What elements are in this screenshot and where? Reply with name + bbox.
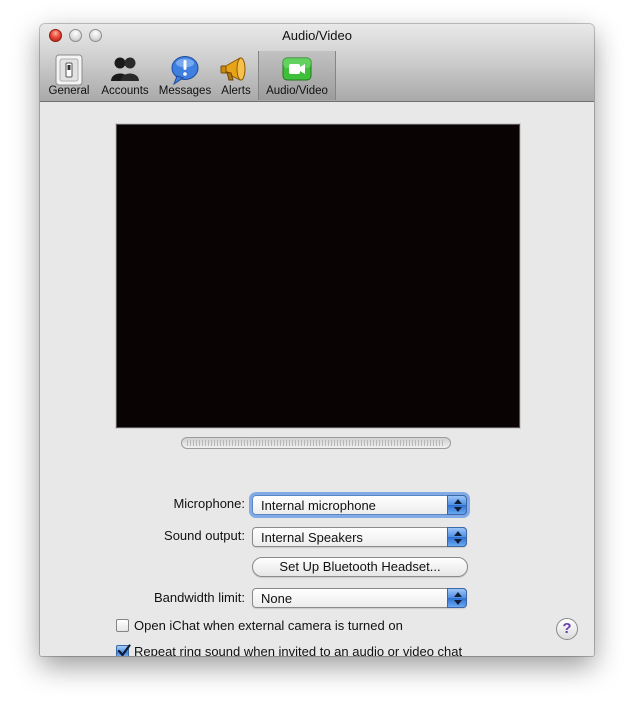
accounts-people-icon (111, 57, 139, 81)
bandwidth-limit-value: None (261, 591, 293, 606)
bandwidth-limit-popup[interactable]: None (252, 588, 467, 608)
sound-output-popup[interactable]: Internal Speakers (252, 527, 467, 547)
repeat-ring-label: Repeat ring sound when invited to an aud… (134, 644, 463, 656)
up-down-arrows-icon (447, 588, 467, 608)
window-title: Audio/Video (282, 28, 352, 43)
setup-bluetooth-headset-button[interactable]: Set Up Bluetooth Headset... (252, 557, 468, 577)
toolbar-item-messages[interactable]: Messages (156, 51, 214, 100)
open-ichat-checkbox[interactable] (116, 619, 129, 632)
messages-exclamation-icon (171, 56, 199, 86)
toolbar-item-alerts[interactable]: Alerts (216, 51, 256, 100)
general-switch-icon (55, 54, 83, 86)
video-camera-icon (282, 57, 312, 81)
up-down-arrows-icon (447, 495, 467, 515)
toolbar-item-general[interactable]: General (45, 51, 93, 100)
toolbar-label-accounts: Accounts (101, 85, 149, 97)
alerts-megaphone-icon (220, 57, 246, 81)
bandwidth-limit-label: Bandwidth limit: (153, 590, 245, 605)
sound-output-label: Sound output: (164, 528, 245, 543)
open-ichat-label: Open iChat when external camera is turne… (134, 618, 403, 633)
microphone-label: Microphone: (173, 496, 245, 511)
level-meter-ticks (187, 440, 445, 446)
up-down-arrows-icon (447, 527, 467, 547)
title-toolbar-bar: Audio/Video General Accounts Messages Al… (40, 24, 594, 102)
help-button[interactable]: ? (556, 618, 578, 640)
toolbar-item-accounts[interactable]: Accounts (97, 51, 153, 100)
toolbar-label-audio-video: Audio/Video (266, 85, 328, 97)
audio-video-pane: Microphone: Internal microphone Sound ou… (40, 102, 594, 656)
checkmark-icon (117, 644, 131, 656)
toolbar-item-audio-video[interactable]: Audio/Video (258, 51, 336, 100)
toolbar-label-alerts: Alerts (221, 85, 251, 97)
toolbar-label-messages: Messages (158, 85, 212, 97)
repeat-ring-checkbox[interactable] (116, 644, 131, 656)
sound-output-value: Internal Speakers (261, 530, 363, 545)
video-preview (116, 124, 520, 428)
microphone-level-meter (181, 437, 451, 449)
microphone-popup[interactable]: Internal microphone (252, 495, 467, 515)
microphone-value: Internal microphone (261, 498, 376, 513)
toolbar-label-general: General (48, 85, 90, 97)
preferences-window: Audio/Video General Accounts Messages Al… (40, 24, 594, 656)
